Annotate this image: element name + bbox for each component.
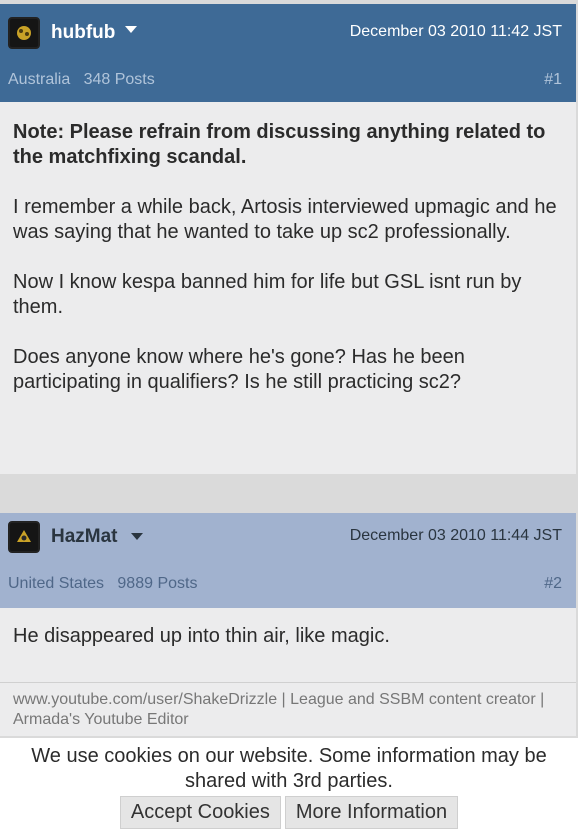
chevron-down-icon[interactable] — [125, 26, 137, 33]
username[interactable]: hubfub — [51, 22, 115, 44]
forum-post-2: HazMat December 03 2010 11:44 JST United… — [0, 513, 576, 736]
username[interactable]: HazMat — [51, 526, 118, 548]
user-location: United States — [8, 575, 105, 592]
user-post-count: 9889 Posts — [117, 575, 198, 592]
post-date: December 03 2010 11:42 JST — [349, 23, 562, 40]
user-avatar-icon — [17, 26, 31, 40]
avatar[interactable] — [8, 17, 40, 49]
cookie-message: We use cookies on our website. Some info… — [31, 745, 547, 792]
user-avatar-icon — [17, 530, 31, 542]
cookie-banner: We use cookies on our website. Some info… — [0, 738, 578, 836]
cookie-buttons: Accept Cookies More Information — [0, 796, 578, 829]
post-header: HazMat December 03 2010 11:44 JST United… — [0, 513, 576, 608]
post-date: December 03 2010 11:44 JST — [349, 527, 562, 544]
post-paragraph: I remember a while back, Artosis intervi… — [13, 196, 557, 243]
more-information-button[interactable]: More Information — [284, 796, 459, 829]
post-note: Note: Please refrain from discussing any… — [13, 121, 546, 168]
post-paragraph: Does anyone know where he's gone? Has he… — [13, 346, 465, 393]
forum-post-1: hubfub December 03 2010 11:42 JST Austra… — [0, 4, 576, 474]
post-paragraph: Now I know kespa banned him for life but… — [13, 271, 522, 318]
user-meta: Australia 348 Posts — [8, 71, 155, 89]
post-header: hubfub December 03 2010 11:42 JST Austra… — [0, 4, 576, 102]
post-number[interactable]: #2 — [544, 575, 562, 593]
post-signature: www.youtube.com/user/ShakeDrizzle | Leag… — [0, 682, 576, 736]
post-body: Note: Please refrain from discussing any… — [0, 102, 576, 474]
user-meta: United States 9889 Posts — [8, 575, 197, 593]
post-number[interactable]: #1 — [544, 71, 562, 89]
avatar[interactable] — [8, 521, 40, 553]
accept-cookies-button[interactable]: Accept Cookies — [119, 796, 281, 829]
post-body: He disappeared up into thin air, like ma… — [0, 608, 576, 682]
post-paragraph: He disappeared up into thin air, like ma… — [13, 625, 390, 647]
chevron-down-icon[interactable] — [131, 533, 143, 540]
user-post-count: 348 Posts — [83, 71, 155, 88]
user-location: Australia — [8, 71, 71, 88]
